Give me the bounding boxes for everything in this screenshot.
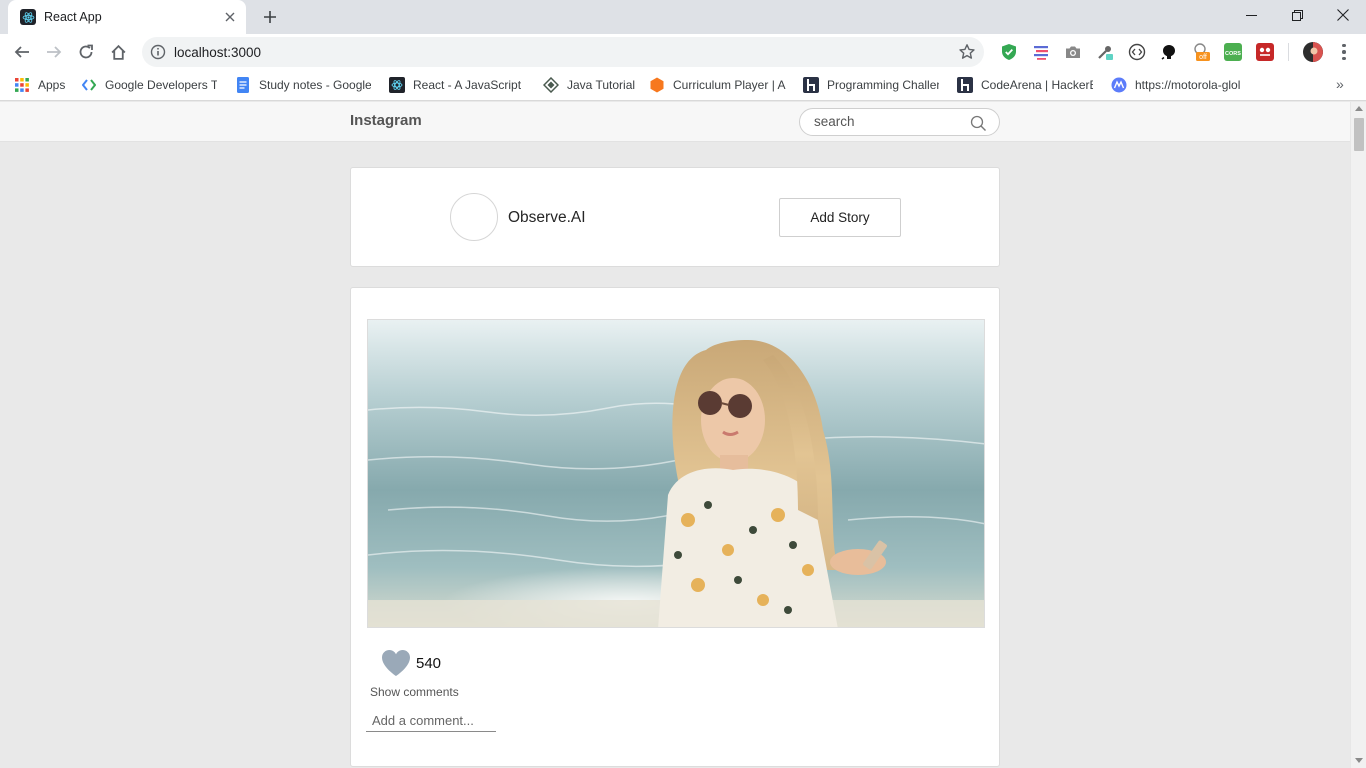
bookmark-curriculum-player[interactable]: Curriculum Player | A xyxy=(649,76,787,94)
code-extension-icon[interactable] xyxy=(1128,43,1146,61)
new-tab-plus-icon[interactable] xyxy=(258,5,282,29)
bookmark-label: Apps xyxy=(38,78,66,92)
camera-extension-icon[interactable] xyxy=(1064,43,1082,61)
site-info-icon[interactable] xyxy=(150,44,166,60)
like-count: 540 xyxy=(416,654,442,672)
app-header: Instagram xyxy=(0,102,1350,142)
cors-extension-icon[interactable]: CORS xyxy=(1224,43,1242,61)
hackerearth-icon xyxy=(957,77,973,93)
bookmark-programming-challenges[interactable]: Programming Challen xyxy=(803,76,939,94)
browser-toolbar: localhost:3000 off CORS xyxy=(0,34,1366,70)
search-box xyxy=(799,108,1000,136)
tab-strip: React App xyxy=(0,0,1366,34)
comment-input[interactable] xyxy=(366,710,496,732)
tab-close-icon[interactable] xyxy=(220,7,240,27)
show-comments-link[interactable]: Show comments xyxy=(370,685,459,699)
restore-window-icon[interactable] xyxy=(1274,0,1320,30)
off-extension-icon[interactable]: off xyxy=(1192,43,1210,61)
forward-arrow-icon[interactable] xyxy=(40,38,68,66)
shield-extension-icon[interactable] xyxy=(1000,43,1018,61)
browser-menu-icon[interactable] xyxy=(1334,42,1354,62)
cors-badge-text: CORS xyxy=(1225,51,1241,57)
eyedropper-extension-icon[interactable] xyxy=(1096,43,1114,61)
google-developers-icon xyxy=(81,77,97,93)
bookmarks-bar: Apps Google Developers Tr Study notes - … xyxy=(0,70,1366,101)
bookmark-apps[interactable]: Apps xyxy=(14,76,74,94)
brand-logo-text[interactable]: Instagram xyxy=(350,112,422,129)
stacks-extension-icon[interactable] xyxy=(1032,43,1050,61)
more-bookmarks-chevron-icon[interactable]: » xyxy=(1336,76,1344,92)
apps-grid-icon xyxy=(14,77,30,93)
red-extension-icon[interactable] xyxy=(1256,43,1274,61)
java-tutorial-icon xyxy=(543,77,559,93)
address-url: localhost:3000 xyxy=(174,45,262,60)
bookmark-label: CodeArena | HackerE xyxy=(981,78,1093,92)
bookmark-codearena[interactable]: CodeArena | HackerE xyxy=(957,76,1093,94)
close-window-icon[interactable] xyxy=(1320,0,1366,30)
bookmark-motorola[interactable]: https://motorola-glol xyxy=(1111,76,1247,94)
bookmark-label: Google Developers Tr xyxy=(105,78,217,92)
github-extension-icon[interactable] xyxy=(1160,43,1178,61)
off-badge-text: off xyxy=(1199,54,1207,61)
bookmark-study-notes[interactable]: Study notes - Google xyxy=(235,76,371,94)
search-input[interactable] xyxy=(814,114,964,129)
bookmark-label: Java Tutorial xyxy=(567,78,636,92)
profile-avatar-circle[interactable] xyxy=(450,193,498,241)
profile-avatar[interactable] xyxy=(1303,42,1323,62)
bookmark-label: Programming Challen xyxy=(827,78,939,92)
home-icon[interactable] xyxy=(104,38,132,66)
hackerrank-icon xyxy=(803,77,819,93)
minimize-window-icon[interactable] xyxy=(1228,0,1274,30)
scroll-up-arrow-icon[interactable] xyxy=(1355,106,1363,111)
heart-like-icon[interactable] xyxy=(381,649,411,677)
post-card: 540 Show comments xyxy=(350,287,1000,767)
page-viewport: Instagram Observe.AI Add Story xyxy=(0,102,1350,768)
google-docs-icon xyxy=(235,77,251,93)
bookmark-label: React - A JavaScript li xyxy=(413,78,525,92)
bookmark-label: Study notes - Google xyxy=(259,78,371,92)
bookmark-label: Curriculum Player | A xyxy=(673,78,786,92)
reload-icon[interactable] xyxy=(72,38,100,66)
motorola-icon xyxy=(1111,77,1127,93)
react-icon xyxy=(389,77,405,93)
page-scrollbar[interactable] xyxy=(1350,102,1366,768)
address-bar[interactable]: localhost:3000 xyxy=(142,37,984,67)
curriculum-icon xyxy=(649,77,665,93)
tab-title: React App xyxy=(44,10,102,24)
search-icon[interactable] xyxy=(970,115,987,132)
story-card: Observe.AI Add Story xyxy=(350,167,1000,267)
scroll-thumb[interactable] xyxy=(1354,118,1364,151)
toolbar-divider xyxy=(1288,43,1289,61)
scroll-down-arrow-icon[interactable] xyxy=(1355,758,1363,763)
bookmark-star-icon[interactable] xyxy=(958,43,976,61)
bookmark-java-tutorial[interactable]: Java Tutorial xyxy=(543,76,639,94)
back-arrow-icon[interactable] xyxy=(8,38,36,66)
post-image[interactable] xyxy=(367,319,985,628)
bookmark-react[interactable]: React - A JavaScript li xyxy=(389,76,525,94)
like-row: 540 xyxy=(381,648,441,678)
bookmark-google-developers[interactable]: Google Developers Tr xyxy=(81,76,217,94)
story-username[interactable]: Observe.AI xyxy=(508,209,586,227)
bookmark-label: https://motorola-glol xyxy=(1135,78,1241,92)
browser-tab-active[interactable]: React App xyxy=(8,0,246,34)
add-story-button[interactable]: Add Story xyxy=(779,198,901,237)
react-favicon-icon xyxy=(20,9,36,25)
